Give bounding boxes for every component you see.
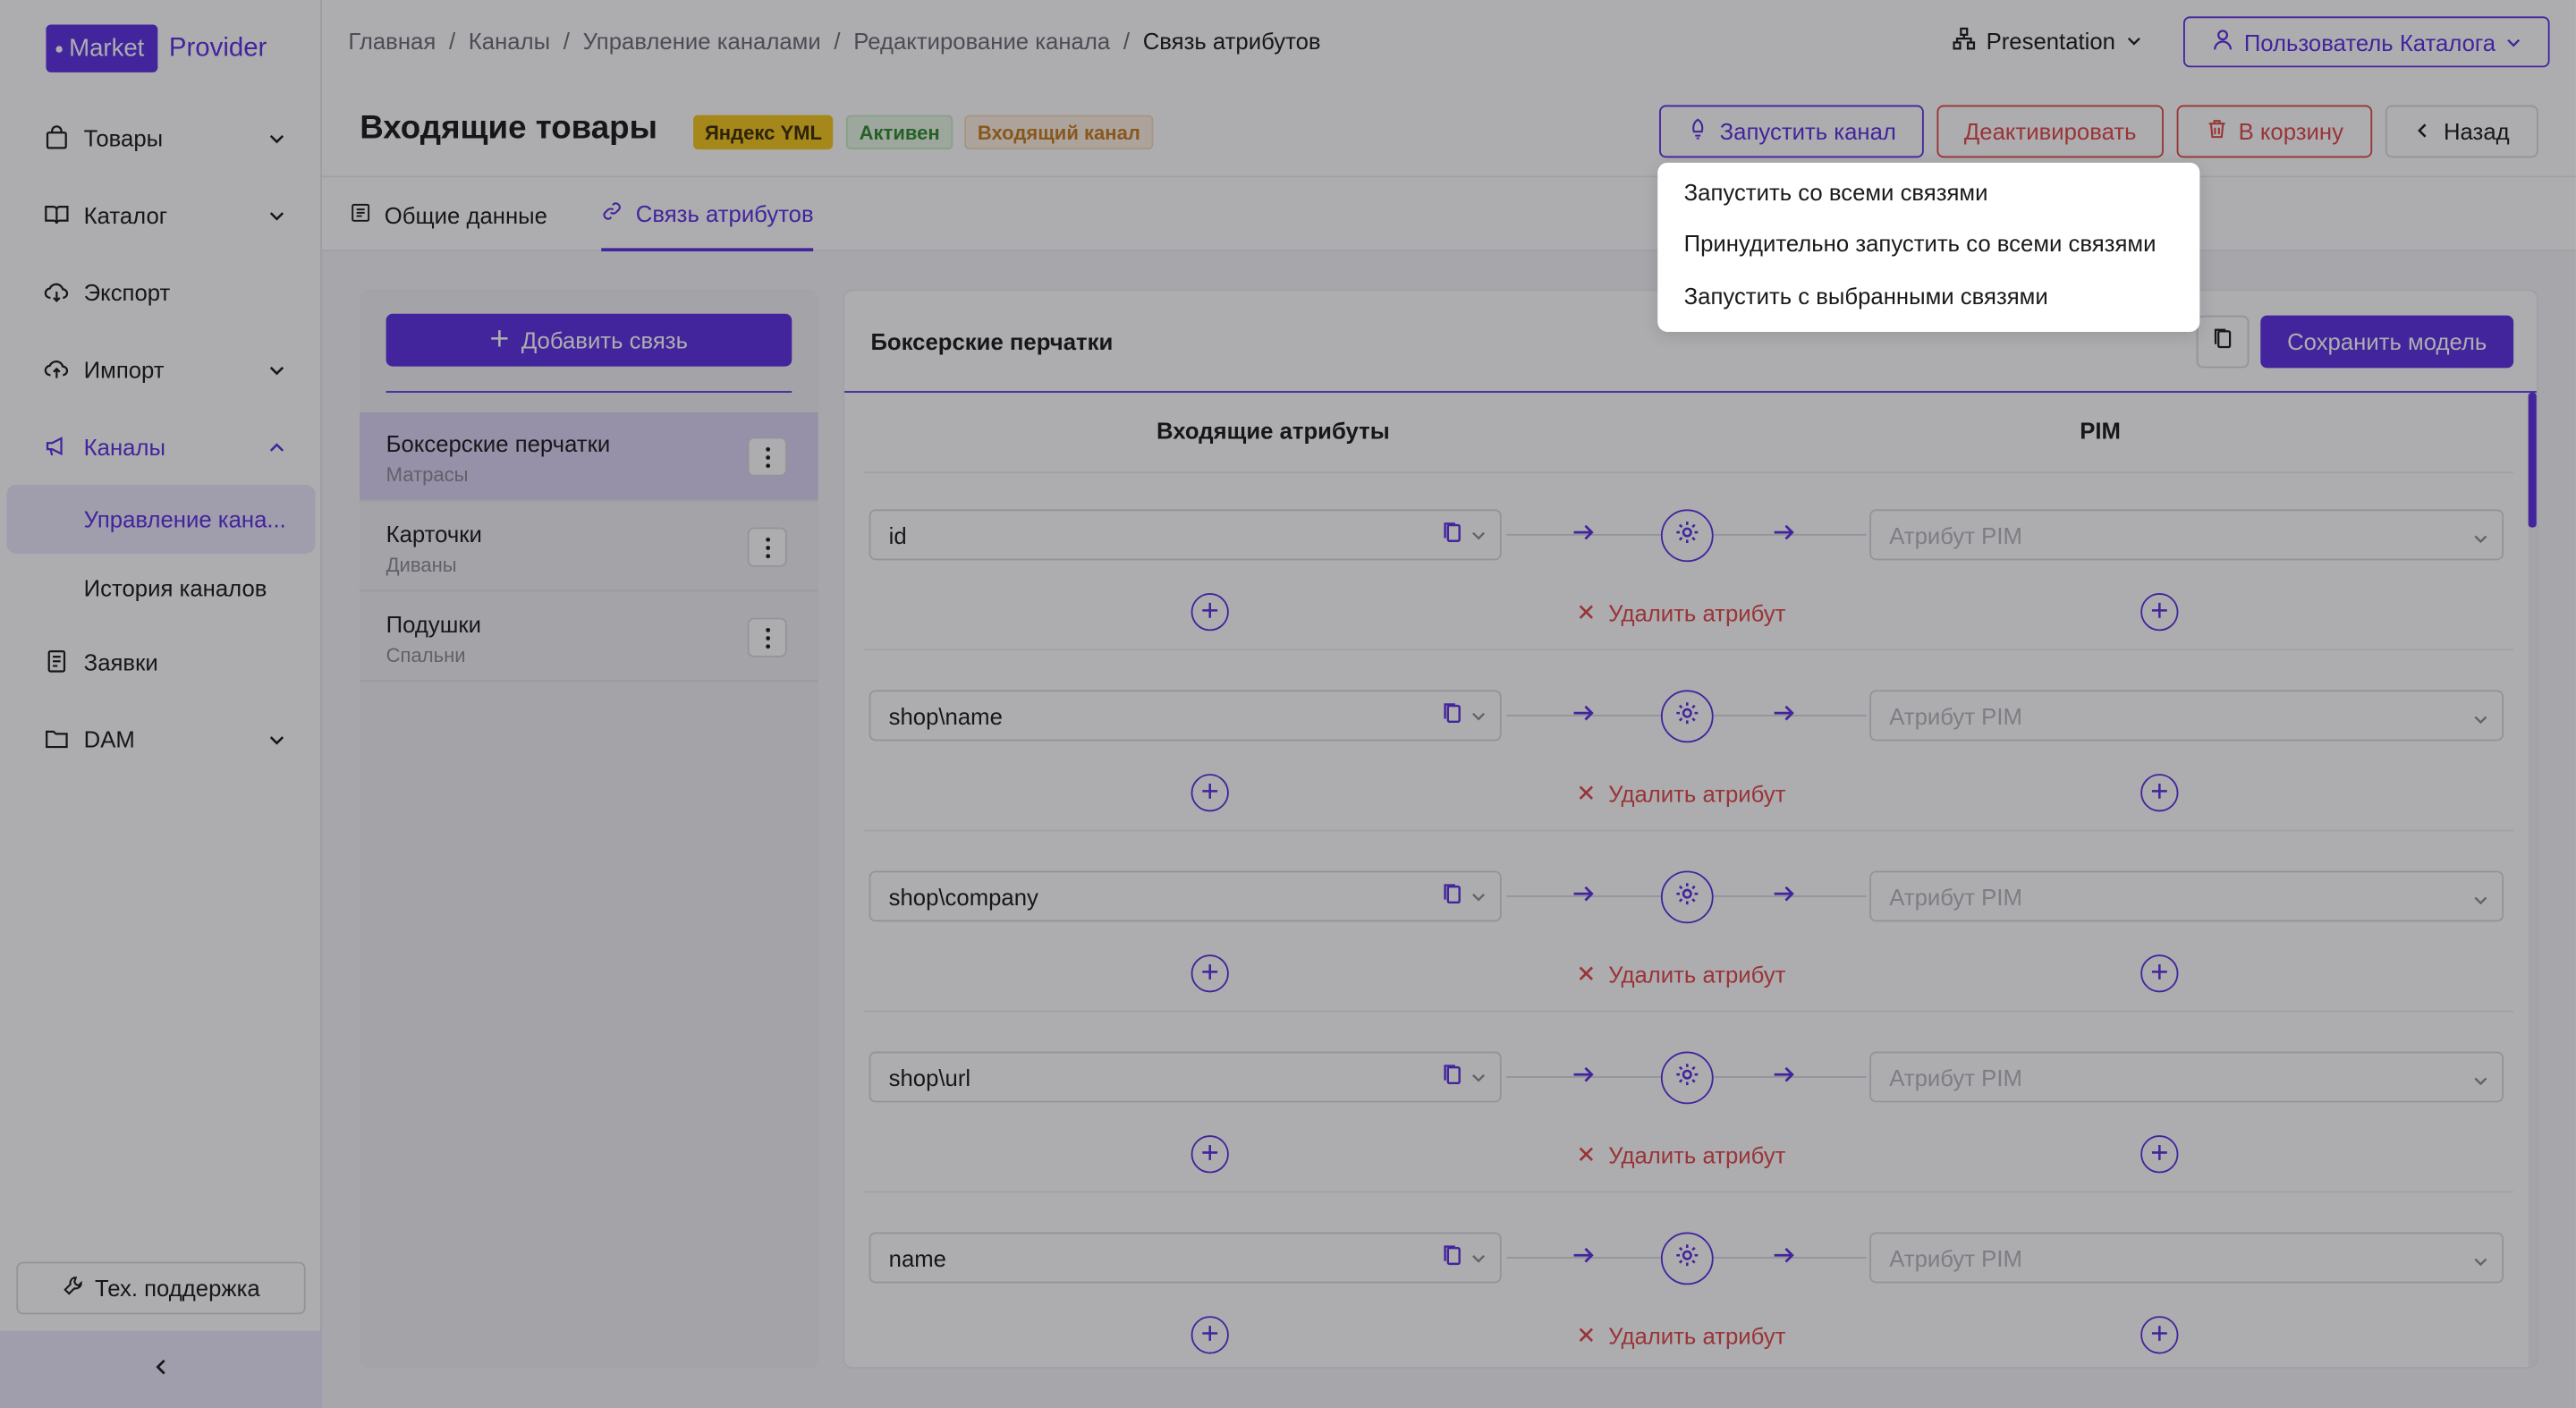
menu-item-launch-selected[interactable]: Запустить с выбранными связями xyxy=(1684,283,2048,309)
menu-item-force-launch-all[interactable]: Принудительно запустить со всеми связями xyxy=(1684,230,2157,256)
launch-options-menu: Запустить со всеми связями Принудительно… xyxy=(1657,162,2200,333)
menu-item-launch-all[interactable]: Запустить со всеми связями xyxy=(1684,179,1988,205)
app-root: Market Provider Товары Каталог Экспорт И… xyxy=(0,0,2576,1408)
